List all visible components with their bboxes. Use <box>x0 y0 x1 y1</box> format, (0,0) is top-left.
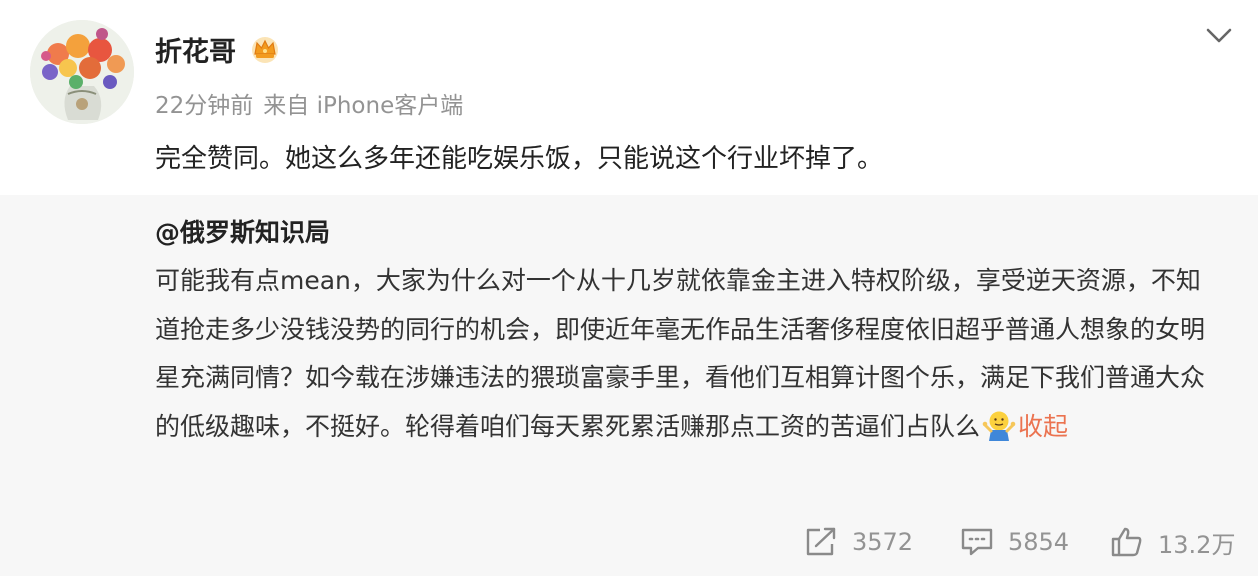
action-bar: 3572 5854 13.2万 <box>0 522 1258 562</box>
author-name[interactable]: 折花哥 <box>155 30 236 69</box>
like-button[interactable]: 13.2万 <box>1110 522 1235 562</box>
like-count: 13.2万 <box>1158 530 1236 559</box>
post-time[interactable]: 22分钟前 <box>155 93 253 119</box>
repost-button[interactable]: 3572 <box>804 522 913 562</box>
crown-icon <box>252 37 278 63</box>
reposted-content: @俄罗斯知识局 可能我有点mean，大家为什么对一个从十几岁就依靠金主进入特权阶… <box>0 195 1258 576</box>
repost-count: 3572 <box>852 528 914 556</box>
share-icon <box>806 527 836 556</box>
collapse-link[interactable]: 收起 <box>1018 412 1068 441</box>
post-source: 来自 iPhone客户端 <box>263 93 464 119</box>
post-meta: 22分钟前 来自 iPhone客户端 <box>155 86 463 120</box>
comment-button[interactable]: 5854 <box>960 522 1069 562</box>
repost-text-block: 可能我有点mean，大家为什么对一个从十几岁就依靠金主进入特权阶级，享受逆天资源… <box>155 257 1221 451</box>
avatar[interactable] <box>30 20 134 124</box>
comment-icon <box>961 528 993 556</box>
thumbs-up-icon <box>1111 527 1142 557</box>
chevron-down-icon[interactable] <box>1204 24 1234 48</box>
comment-count: 5854 <box>1008 528 1070 556</box>
post-text: 完全赞同。她这么多年还能吃娱乐饭，只能说这个行业坏掉了。 <box>155 144 884 174</box>
repost-author-link[interactable]: @俄罗斯知识局 <box>155 213 330 249</box>
weibo-post: 折花哥 22分钟前 来自 iPhone客户端 完全赞同。她这么多年还能吃娱乐饭，只… <box>0 0 1258 576</box>
shrug-emoji <box>982 411 1016 441</box>
